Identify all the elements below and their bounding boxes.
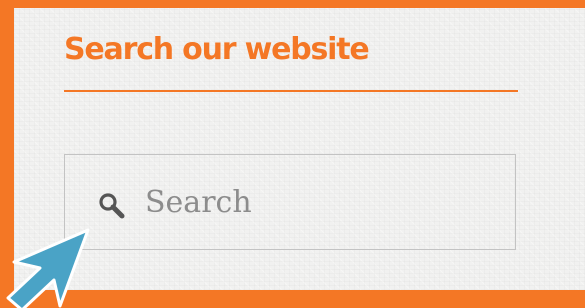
widget-title: Search our website [64, 32, 370, 67]
search-field-container[interactable] [64, 154, 516, 250]
search-icon[interactable] [97, 191, 127, 221]
cursor-arrow-icon [6, 228, 90, 308]
search-input[interactable] [145, 179, 485, 225]
title-divider [64, 90, 518, 92]
